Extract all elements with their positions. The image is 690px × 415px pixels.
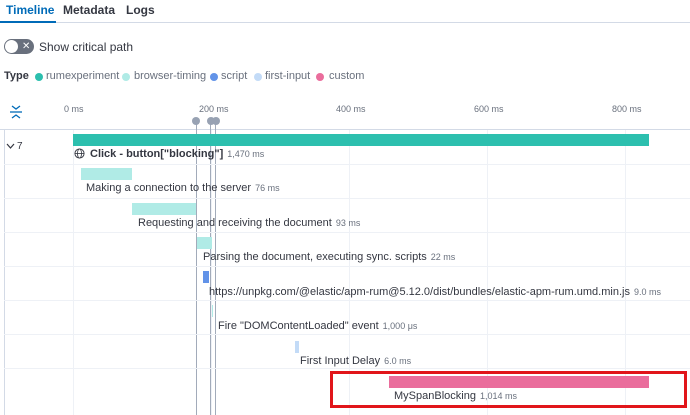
span-duration: 9.0 ms [633,287,661,297]
span-bar[interactable] [81,168,132,180]
row-divider [4,300,690,301]
span-label: First Input Delay 6.0 ms [300,355,411,367]
tab-metadata[interactable]: Metadata [63,3,115,17]
critical-path-switch[interactable]: ✕ [4,39,34,54]
row-divider [4,232,690,233]
chevron-down-icon[interactable] [5,141,16,151]
tick-label: 200 ms [199,104,229,114]
legend-dot-script [210,73,218,81]
span-label: Making a connection to the server 76 ms [86,182,280,194]
span-label: Fire "DOMContentLoaded" event 1,000 μs [218,320,417,332]
timing-mark-marker[interactable] [212,117,220,125]
row-divider [4,368,690,369]
legend-dot-rumexperiment [35,73,43,81]
tab-bar: Timeline Metadata Logs [0,0,690,23]
active-tab-indicator [0,21,56,23]
legend-item-script: script [221,70,248,82]
collapse-all-icon[interactable] [9,104,23,120]
span-label: Click - button["blocking"] 1,470 ms [90,148,264,160]
span-label: Parsing the document, executing sync. sc… [203,251,455,263]
span-name: Requesting and receiving the document [138,217,332,229]
span-duration: 22 ms [430,252,456,262]
row-divider [4,334,690,335]
tick-label: 800 ms [612,104,642,114]
legend-item-first-input: first-input [265,70,311,82]
switch-knob [5,40,18,53]
span-bar[interactable] [212,305,213,317]
tick-label: 0 ms [64,104,84,114]
tab-timeline[interactable]: Timeline [6,3,54,17]
legend-item-custom: custom [329,70,365,82]
tick-label: 400 ms [336,104,366,114]
span-label: https://unpkg.com/@elastic/apm-rum@5.12.… [209,286,661,298]
span-name: First Input Delay [300,355,381,367]
span-name: Making a connection to the server [86,182,252,194]
critical-path-label: Show critical path [39,40,134,54]
span-name: Parsing the document, executing sync. sc… [203,251,427,263]
legend-title: Type [4,70,29,82]
legend-dot-browser-timing [122,73,130,81]
legend-item-rumexperiment: rumexperiment [46,70,120,82]
child-count: 7 [17,141,23,152]
span-duration: 6.0 ms [384,356,412,366]
span-label: Requesting and receiving the document 93 … [138,217,360,229]
timeline-axis: 0 ms 200 ms 400 ms 600 ms 800 ms [0,100,690,130]
span-name: Click - button["blocking"] [90,148,224,160]
span-name: https://unpkg.com/@elastic/apm-rum@5.12.… [209,286,630,298]
legend-dot-custom [316,73,324,81]
grid-line [73,130,74,415]
legend-dot-first-input [254,73,262,81]
legend-item-browser-timing: browser-timing [134,70,207,82]
tick-label: 600 ms [474,104,504,114]
grid-line [211,130,212,415]
highlight-annotation-box [330,371,687,408]
span-name: Fire "DOMContentLoaded" event [218,320,379,332]
span-duration: 93 ms [335,218,361,228]
cross-icon: ✕ [22,41,31,52]
row-divider [4,266,690,267]
globe-icon [74,148,85,159]
tab-logs[interactable]: Logs [126,3,155,17]
span-duration: 1,000 μs [382,321,418,331]
span-bar[interactable] [132,203,196,215]
span-duration: 1,470 ms [227,149,265,159]
row-divider [4,164,690,165]
span-bar[interactable] [295,341,299,353]
span-bar[interactable] [73,134,649,146]
span-bar[interactable] [203,271,209,283]
tree-guide-line [4,130,5,415]
row-divider [4,198,690,199]
timing-mark-marker[interactable] [192,117,200,125]
span-duration: 76 ms [255,183,280,193]
span-bar[interactable] [197,237,212,249]
